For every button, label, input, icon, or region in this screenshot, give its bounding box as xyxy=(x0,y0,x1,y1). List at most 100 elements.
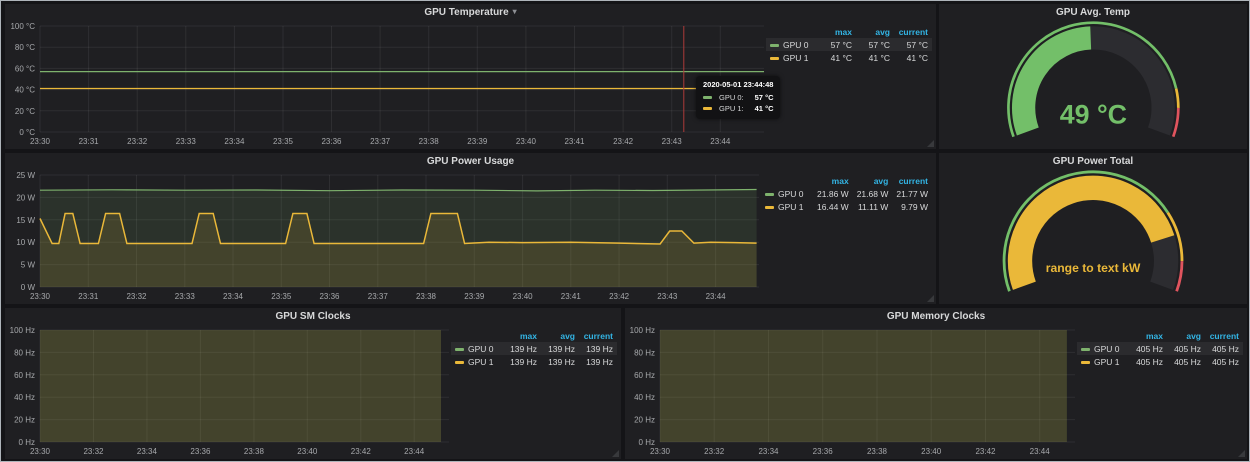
svg-text:23:44: 23:44 xyxy=(710,137,731,146)
panel-resize-handle-icon[interactable] xyxy=(612,450,619,457)
panel-gpu-avg-temp: GPU Avg. Temp 49 °C xyxy=(939,4,1247,149)
svg-text:60 Hz: 60 Hz xyxy=(634,371,655,380)
svg-text:80 Hz: 80 Hz xyxy=(14,348,35,357)
legend-sort-header[interactable]: avg xyxy=(853,175,893,187)
legend-value: 405 Hz xyxy=(1167,342,1205,355)
legend-value: 139 Hz xyxy=(579,355,617,368)
panel-resize-handle-icon[interactable] xyxy=(1238,450,1245,457)
temperature-chart-plot[interactable]: 0 °C20 °C40 °C60 °C80 °C100 °C23:3023:31… xyxy=(5,20,766,149)
legend-value: 41 °C xyxy=(856,51,894,64)
legend-series-label[interactable]: GPU 1 xyxy=(783,53,809,63)
panel-title-text: GPU SM Clocks xyxy=(275,311,350,322)
legend-sort-header[interactable]: avg xyxy=(541,330,579,342)
legend-value: 16.44 W xyxy=(813,200,853,213)
panel-gpu-power-usage: GPU Power Usage 0 W5 W10 W15 W20 W25 W23… xyxy=(5,153,936,304)
sm-clocks-chart-plot[interactable]: 0 Hz20 Hz40 Hz60 Hz80 Hz100 Hz23:3023:32… xyxy=(5,324,451,459)
legend-row: GPU 116.44 W11.11 W9.79 W xyxy=(761,200,932,213)
legend-value: 57 °C xyxy=(818,38,856,51)
svg-text:0 W: 0 W xyxy=(21,283,36,292)
svg-text:15 W: 15 W xyxy=(16,216,35,225)
legend-sort-header[interactable]: max xyxy=(818,26,856,38)
panel-header-gpu-temperature[interactable]: GPU Temperature ▾ xyxy=(5,4,936,20)
legend-value: 41 °C xyxy=(818,51,856,64)
legend-row: GPU 0405 Hz405 Hz405 Hz xyxy=(1077,342,1243,355)
svg-text:23:40: 23:40 xyxy=(513,292,534,301)
series-swatch-icon xyxy=(455,361,464,364)
svg-text:23:30: 23:30 xyxy=(30,292,51,301)
svg-text:23:40: 23:40 xyxy=(297,447,318,456)
svg-text:60 °C: 60 °C xyxy=(15,64,35,73)
legend-row: GPU 1139 Hz139 Hz139 Hz xyxy=(451,355,617,368)
svg-text:23:36: 23:36 xyxy=(190,447,211,456)
power-usage-legend: maxavgcurrentGPU 021.86 W21.68 W21.77 WG… xyxy=(761,169,936,304)
svg-text:23:36: 23:36 xyxy=(813,447,834,456)
svg-text:23:42: 23:42 xyxy=(613,137,634,146)
svg-text:23:42: 23:42 xyxy=(609,292,630,301)
legend-row: GPU 141 °C41 °C41 °C xyxy=(766,51,932,64)
legend-sort-header[interactable]: current xyxy=(892,175,932,187)
panel-header-gpu-power-usage[interactable]: GPU Power Usage xyxy=(5,153,936,169)
svg-text:23:34: 23:34 xyxy=(137,447,158,456)
legend-sort-header[interactable]: current xyxy=(579,330,617,342)
panel-header-gpu-sm-clocks[interactable]: GPU SM Clocks xyxy=(5,308,621,324)
chevron-down-icon[interactable]: ▾ xyxy=(513,8,517,16)
legend-sort-header[interactable]: max xyxy=(503,330,541,342)
svg-text:20 Hz: 20 Hz xyxy=(14,416,35,425)
svg-text:23:40: 23:40 xyxy=(921,447,942,456)
svg-text:10 W: 10 W xyxy=(16,238,35,247)
svg-text:23:36: 23:36 xyxy=(321,137,342,146)
legend-sort-header[interactable]: max xyxy=(813,175,853,187)
svg-text:23:39: 23:39 xyxy=(467,137,488,146)
svg-text:20 W: 20 W xyxy=(16,193,35,202)
legend-sort-header[interactable]: current xyxy=(1205,330,1243,342)
svg-text:23:38: 23:38 xyxy=(419,137,440,146)
panel-title-text: GPU Power Total xyxy=(1053,156,1133,167)
svg-text:23:34: 23:34 xyxy=(758,447,779,456)
legend-sort-header[interactable]: current xyxy=(894,26,932,38)
legend-sort-header[interactable]: avg xyxy=(1167,330,1205,342)
legend-series-label[interactable]: GPU 0 xyxy=(778,189,804,199)
legend-value: 139 Hz xyxy=(541,355,579,368)
legend-series-label[interactable]: GPU 0 xyxy=(468,344,494,354)
svg-text:23:34: 23:34 xyxy=(224,137,245,146)
legend-series-label[interactable]: GPU 1 xyxy=(778,202,804,212)
legend-value: 21.77 W xyxy=(892,187,932,200)
svg-text:25 W: 25 W xyxy=(16,171,35,180)
svg-text:23:42: 23:42 xyxy=(351,447,372,456)
panel-resize-handle-icon[interactable] xyxy=(927,295,934,302)
svg-text:range to text kW: range to text kW xyxy=(1046,261,1141,275)
legend-value: 405 Hz xyxy=(1129,355,1167,368)
svg-text:23:38: 23:38 xyxy=(244,447,265,456)
panel-title-text: GPU Power Usage xyxy=(427,156,514,167)
panel-header-gpu-memory-clocks[interactable]: GPU Memory Clocks xyxy=(625,308,1247,324)
svg-text:23:32: 23:32 xyxy=(127,137,148,146)
memory-clocks-chart-plot[interactable]: 0 Hz20 Hz40 Hz60 Hz80 Hz100 Hz23:3023:32… xyxy=(625,324,1077,459)
svg-text:23:38: 23:38 xyxy=(416,292,437,301)
panel-header-gpu-power-total[interactable]: GPU Power Total xyxy=(939,153,1247,169)
series-swatch-icon xyxy=(455,348,464,351)
svg-text:23:42: 23:42 xyxy=(975,447,996,456)
legend-series-label[interactable]: GPU 1 xyxy=(468,357,494,367)
legend-value: 405 Hz xyxy=(1205,355,1243,368)
svg-text:0 Hz: 0 Hz xyxy=(19,438,35,447)
svg-text:80 Hz: 80 Hz xyxy=(634,348,655,357)
panel-gpu-temperature: GPU Temperature ▾ 0 °C20 °C40 °C60 °C80 … xyxy=(5,4,936,149)
panel-header-gpu-avg-temp[interactable]: GPU Avg. Temp xyxy=(939,4,1247,20)
legend-series-label[interactable]: GPU 0 xyxy=(783,40,809,50)
legend-value: 405 Hz xyxy=(1129,342,1167,355)
svg-text:23:33: 23:33 xyxy=(175,292,196,301)
panel-gpu-sm-clocks: GPU SM Clocks 0 Hz20 Hz40 Hz60 Hz80 Hz10… xyxy=(5,308,621,459)
series-swatch-icon xyxy=(765,193,774,196)
series-swatch-icon xyxy=(703,107,712,110)
panel-resize-handle-icon[interactable] xyxy=(927,140,934,147)
legend-series-label[interactable]: GPU 0 xyxy=(1094,344,1120,354)
svg-text:23:41: 23:41 xyxy=(561,292,582,301)
legend-sort-header[interactable]: max xyxy=(1129,330,1167,342)
series-swatch-icon xyxy=(765,206,774,209)
legend-series-label[interactable]: GPU 1 xyxy=(1094,357,1120,367)
legend-sort-header[interactable]: avg xyxy=(856,26,894,38)
legend-value: 139 Hz xyxy=(503,342,541,355)
legend-value: 21.86 W xyxy=(813,187,853,200)
svg-text:23:31: 23:31 xyxy=(78,292,99,301)
power-usage-chart-plot[interactable]: 0 W5 W10 W15 W20 W25 W23:3023:3123:3223:… xyxy=(5,169,761,304)
